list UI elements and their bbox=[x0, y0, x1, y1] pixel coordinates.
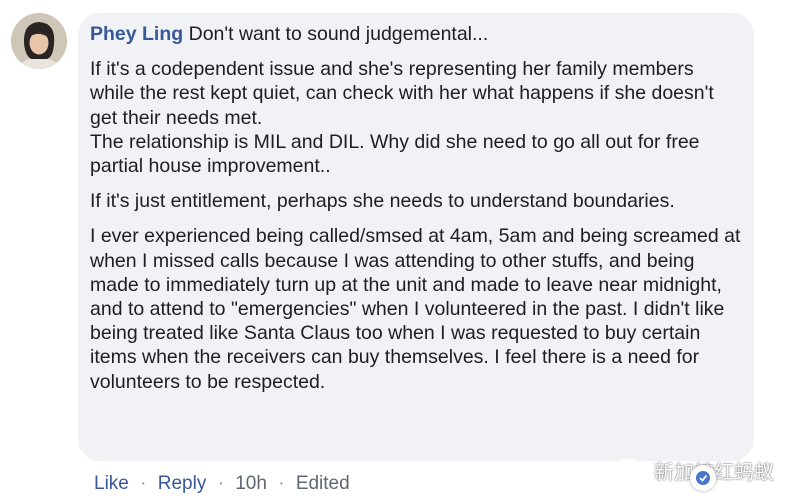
separator: · bbox=[217, 473, 224, 494]
comment-paragraph: If it's just entitlement, perhaps she ne… bbox=[90, 190, 675, 213]
wechat-icon bbox=[616, 457, 646, 483]
like-button[interactable]: Like bbox=[94, 473, 129, 494]
avatar[interactable] bbox=[11, 13, 67, 69]
comment-actions: Like · Reply · 10h · Edited bbox=[94, 472, 350, 496]
reaction-badge bbox=[690, 465, 716, 491]
comment-text-intro: Don't want to sound judgemental... bbox=[188, 23, 489, 45]
edited-label[interactable]: Edited bbox=[296, 473, 350, 494]
avatar-image bbox=[11, 13, 67, 69]
comment-paragraph: If it's a codependent issue and she's re… bbox=[90, 58, 714, 178]
reaction-icon bbox=[696, 471, 710, 485]
reply-button[interactable]: Reply bbox=[158, 473, 207, 494]
timestamp-link[interactable]: 10h bbox=[235, 473, 267, 494]
comment-body: Phey Ling Don't want to sound judgementa… bbox=[90, 22, 742, 405]
separator: · bbox=[140, 473, 147, 494]
comment-paragraph: Phey Ling Don't want to sound judgementa… bbox=[90, 22, 742, 46]
separator: · bbox=[278, 473, 285, 494]
comment-paragraph: I ever experienced being called/smsed at… bbox=[90, 225, 741, 393]
author-name[interactable]: Phey Ling bbox=[90, 23, 183, 45]
